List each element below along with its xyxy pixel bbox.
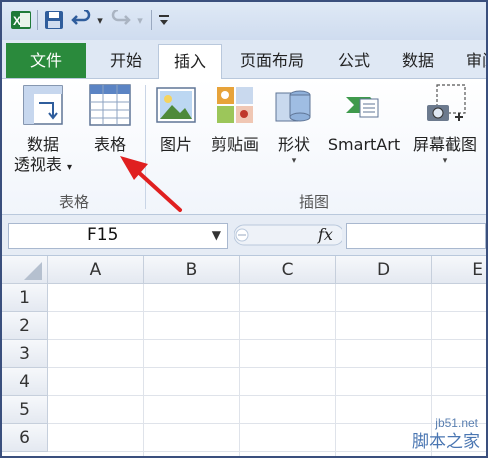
- screenshot-icon: [423, 83, 467, 127]
- picture-label: 图片: [159, 135, 192, 154]
- grid-line: [239, 284, 240, 456]
- table-button[interactable]: 表格: [84, 83, 136, 155]
- ribbon-tab-bar: 文件 开始 插入 页面布局 公式 数据 审阅: [2, 40, 486, 80]
- group-label-tables: 表格: [58, 193, 89, 211]
- grid-line: [335, 284, 336, 456]
- grid-line: [48, 311, 486, 312]
- customize-toolbar-icon[interactable]: [156, 8, 172, 32]
- tab-page-layout[interactable]: 页面布局: [226, 44, 318, 78]
- group-separator: [145, 85, 146, 209]
- formula-controls: fx: [233, 223, 345, 247]
- undo-dropdown-icon[interactable]: ▾: [94, 8, 106, 32]
- clip-art-label: 剪贴画: [210, 135, 259, 154]
- insert-function-icon[interactable]: fx: [318, 225, 333, 244]
- select-all-corner[interactable]: [2, 256, 48, 284]
- redo-icon[interactable]: [110, 8, 132, 32]
- smartart-button[interactable]: SmartArt: [324, 83, 404, 155]
- grid-line: [48, 367, 486, 368]
- group-label-illustrations: 插图: [298, 193, 329, 211]
- row-header-6[interactable]: 6: [2, 424, 48, 452]
- tab-data[interactable]: 数据: [388, 44, 448, 78]
- tab-home[interactable]: 开始: [96, 44, 156, 78]
- formula-bar: F15 ▼ fx: [2, 215, 486, 256]
- watermark-name: 脚本之家: [412, 432, 480, 452]
- undo-icon[interactable]: [70, 8, 92, 32]
- tab-insert[interactable]: 插入: [158, 44, 222, 80]
- row-header-5[interactable]: 5: [2, 396, 48, 424]
- shapes-dropdown-icon[interactable]: ▾: [292, 155, 297, 167]
- excel-window: X ▾ ▾ 文件 开始 插入 页面布局 公式 数据 审阅: [0, 0, 488, 458]
- name-box-value: F15: [87, 225, 119, 245]
- table-label: 表格: [93, 135, 126, 154]
- tab-review[interactable]: 审阅: [452, 44, 486, 78]
- smartart-label: SmartArt: [327, 135, 401, 154]
- grid-line: [48, 423, 486, 424]
- shapes-label: 形状: [277, 135, 310, 154]
- picture-icon: [154, 83, 198, 127]
- grid-line: [143, 284, 144, 456]
- screenshot-button[interactable]: 屏幕截图 ▾: [406, 83, 484, 167]
- name-box-dropdown-icon[interactable]: ▼: [212, 228, 221, 242]
- svg-text:X: X: [13, 14, 21, 28]
- row-header-1[interactable]: 1: [2, 284, 48, 312]
- clip-art-icon: [213, 83, 257, 127]
- shapes-icon: [272, 83, 316, 127]
- smartart-icon: [342, 83, 386, 127]
- clip-art-button[interactable]: 剪贴画: [206, 83, 264, 155]
- toolbar-separator: [37, 10, 38, 30]
- table-icon: [88, 83, 132, 127]
- ribbon-insert: 数据 透视表 ▾ 表格 表格 图片 剪贴画 形状 ▾ SmartArt 屏幕截图…: [2, 79, 486, 215]
- name-box[interactable]: F15 ▼: [8, 223, 228, 249]
- save-icon[interactable]: [42, 8, 66, 32]
- shapes-button[interactable]: 形状 ▾: [268, 83, 320, 167]
- picture-button[interactable]: 图片: [150, 83, 202, 155]
- pivot-table-label-line2: 透视表 ▾: [13, 155, 73, 174]
- column-header-a[interactable]: A: [48, 256, 144, 284]
- toolbar-separator: [151, 10, 152, 30]
- column-header-b[interactable]: B: [144, 256, 240, 284]
- excel-app-icon[interactable]: X: [8, 8, 34, 32]
- formula-input[interactable]: [346, 223, 486, 249]
- tab-formulas[interactable]: 公式: [324, 44, 384, 78]
- pivot-table-icon: [21, 83, 65, 127]
- pivot-table-label-line1: 数据: [26, 135, 59, 154]
- row-header-2[interactable]: 2: [2, 312, 48, 340]
- column-header-d[interactable]: D: [336, 256, 432, 284]
- pivot-table-button[interactable]: 数据 透视表 ▾: [8, 83, 78, 178]
- column-header-c[interactable]: C: [240, 256, 336, 284]
- column-header-e[interactable]: E: [432, 256, 486, 284]
- tab-file[interactable]: 文件: [6, 43, 86, 78]
- quick-access-toolbar: X ▾ ▾: [2, 2, 486, 40]
- grid-line: [48, 339, 486, 340]
- redo-dropdown-icon[interactable]: ▾: [134, 8, 146, 32]
- screenshot-label: 屏幕截图: [412, 135, 477, 154]
- screenshot-dropdown-icon[interactable]: ▾: [443, 155, 448, 167]
- row-header-4[interactable]: 4: [2, 368, 48, 396]
- grid-line: [48, 395, 486, 396]
- row-header-3[interactable]: 3: [2, 340, 48, 368]
